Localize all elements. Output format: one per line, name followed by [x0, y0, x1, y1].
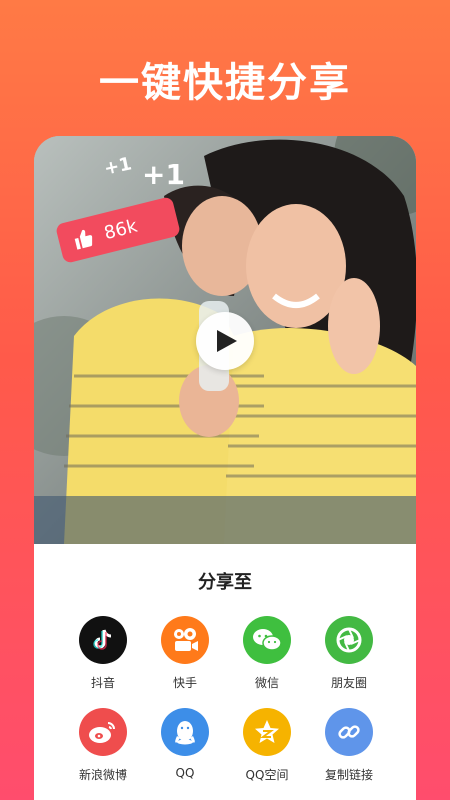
- share-label: 新浪微博: [78, 768, 127, 782]
- moments-icon: [325, 616, 373, 664]
- share-wechat[interactable]: 微信: [232, 616, 302, 691]
- kuaishou-icon: [161, 616, 209, 664]
- share-label: 朋友圈: [330, 676, 367, 690]
- play-button[interactable]: [196, 312, 254, 370]
- link-icon: [325, 708, 373, 756]
- share-copy-link[interactable]: 复制链接: [314, 708, 384, 783]
- share-qq[interactable]: QQ: [150, 708, 220, 780]
- qzone-icon: [243, 708, 291, 756]
- share-label: QQ: [175, 766, 195, 780]
- like-count: 86k: [101, 215, 140, 244]
- wechat-icon: [243, 616, 291, 664]
- headline: 一键快捷分享: [99, 60, 351, 106]
- share-qzone[interactable]: QQ空间: [232, 708, 302, 783]
- share-label: QQ空间: [245, 768, 289, 782]
- weibo-icon: [79, 708, 127, 756]
- share-label: 抖音: [90, 676, 115, 690]
- share-label: 快手: [172, 676, 197, 690]
- share-title: 分享至: [198, 572, 252, 593]
- douyin-icon: [79, 616, 127, 664]
- play-icon: [217, 330, 237, 352]
- share-label: 复制链接: [324, 768, 373, 782]
- share-kuaishou[interactable]: 快手: [150, 616, 220, 691]
- share-weibo[interactable]: 新浪微博: [68, 708, 138, 783]
- qq-icon: [161, 708, 209, 756]
- thumbs-up-icon: [74, 229, 93, 250]
- share-label: 微信: [254, 676, 279, 690]
- share-card: +1 +1 86k 分享至 抖音 快手 微信 朋友圈 新浪微博 QQ QQ空间 …: [34, 136, 416, 800]
- video-thumbnail[interactable]: +1 +1 86k: [34, 136, 416, 544]
- share-moments[interactable]: 朋友圈: [314, 616, 384, 691]
- share-douyin[interactable]: 抖音: [68, 616, 138, 691]
- plus-one-large: +1: [142, 158, 185, 191]
